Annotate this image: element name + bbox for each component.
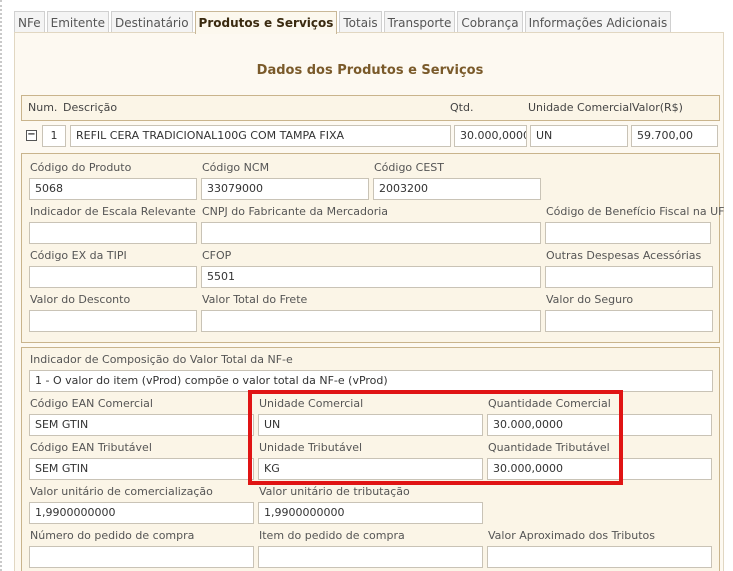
indicador-composicao-field[interactable]: 1 - O valor do item (vProd) compõe o val… bbox=[29, 370, 713, 392]
frete-field[interactable] bbox=[201, 310, 541, 332]
label-seguro: Valor do Seguro bbox=[546, 293, 634, 306]
label-escala: Indicador de Escala Relevante bbox=[30, 205, 196, 218]
page-left-border bbox=[0, 0, 2, 571]
quantidade-comercial-field[interactable]: 30.000,0000 bbox=[487, 414, 712, 436]
header-unidade: Unidade Comercial bbox=[528, 101, 633, 114]
label-valor-unit-tributacao: Valor unitário de tributação bbox=[259, 485, 410, 498]
collapse-toggle-icon[interactable]: − bbox=[26, 130, 37, 141]
label-ean-comercial: Código EAN Comercial bbox=[30, 397, 153, 410]
item-valor-field[interactable]: 59.700,00 bbox=[631, 125, 718, 147]
valor-unit-tributacao-field[interactable]: 1,9900000000 bbox=[258, 502, 483, 524]
tab-transporte[interactable]: Transporte bbox=[383, 11, 456, 33]
label-valor-aprox-tributos: Valor Aproximado dos Tributos bbox=[488, 529, 655, 542]
header-valor: Valor(R$) bbox=[632, 101, 683, 114]
item-descricao-field[interactable]: REFIL CERA TRADICIONAL100G COM TAMPA FIX… bbox=[70, 125, 451, 147]
tab-destinatario[interactable]: Destinatário bbox=[111, 11, 193, 33]
tab-cobranca[interactable]: Cobrança bbox=[457, 11, 523, 33]
item-qtd-field[interactable]: 30.000,0000 bbox=[454, 125, 527, 147]
item-row: − 1 REFIL CERA TRADICIONAL100G COM TAMPA… bbox=[21, 123, 720, 150]
pedido-compra-field[interactable] bbox=[29, 546, 254, 568]
desconto-field[interactable] bbox=[29, 310, 197, 332]
valor-unit-comercializacao-field[interactable]: 1,9900000000 bbox=[29, 502, 254, 524]
tab-emitente[interactable]: Emitente bbox=[46, 11, 109, 33]
label-cfop: CFOP bbox=[202, 249, 232, 262]
ex-tipi-field[interactable] bbox=[29, 266, 197, 288]
outras-despesas-field[interactable] bbox=[545, 266, 713, 288]
unidade-comercial-field[interactable]: UN bbox=[258, 414, 483, 436]
produtos-panel: Dados dos Produtos e Serviços Num. Descr… bbox=[14, 32, 724, 571]
header-qtd: Qtd. bbox=[450, 101, 474, 114]
label-ex-tipi: Código EX da TIPI bbox=[30, 249, 127, 262]
label-beneficio: Código de Benefício Fiscal na UF bbox=[546, 205, 725, 218]
codigo-ncm-field[interactable]: 33079000 bbox=[201, 178, 369, 200]
label-outras-despesas: Outras Despesas Acessórias bbox=[546, 249, 702, 262]
escala-field[interactable] bbox=[29, 222, 197, 244]
tab-produtos-servicos[interactable]: Produtos e Serviços bbox=[194, 11, 338, 34]
cfop-field[interactable]: 5501 bbox=[201, 266, 541, 288]
tab-informacoes-adicionais[interactable]: Informações Adicionais bbox=[524, 11, 672, 33]
ean-tributavel-field[interactable]: SEM GTIN bbox=[29, 458, 254, 480]
item-pedido-field[interactable] bbox=[258, 546, 483, 568]
codigo-cest-field[interactable]: 2003200 bbox=[373, 178, 541, 200]
label-indicador-composicao: Indicador de Composição do Valor Total d… bbox=[30, 353, 293, 366]
label-desconto: Valor do Desconto bbox=[30, 293, 131, 306]
label-codigo-produto: Código do Produto bbox=[30, 161, 132, 174]
header-num: Num. bbox=[28, 101, 58, 114]
tab-totais[interactable]: Totais bbox=[339, 11, 382, 33]
beneficio-field[interactable] bbox=[545, 222, 711, 244]
item-detail-box: Código do Produto Código NCM Código CEST… bbox=[21, 153, 724, 343]
header-descricao: Descrição bbox=[63, 101, 118, 114]
valor-aprox-tributos-field[interactable] bbox=[487, 546, 712, 568]
codigo-produto-field[interactable]: 5068 bbox=[29, 178, 197, 200]
label-frete: Valor Total do Frete bbox=[202, 293, 308, 306]
label-quantidade-comercial: Quantidade Comercial bbox=[488, 397, 611, 410]
label-codigo-ncm: Código NCM bbox=[202, 161, 270, 174]
label-item-pedido: Item do pedido de compra bbox=[259, 529, 405, 542]
label-quantidade-tributavel: Quantidade Tributável bbox=[488, 441, 610, 454]
composicao-box: Indicador de Composição do Valor Total d… bbox=[21, 347, 720, 571]
items-header: Num. Descrição Qtd. Unidade Comercial Va… bbox=[21, 95, 720, 121]
item-num-field[interactable]: 1 bbox=[42, 125, 66, 147]
label-codigo-cest: Código CEST bbox=[374, 161, 444, 174]
ean-comercial-field[interactable]: SEM GTIN bbox=[29, 414, 254, 436]
tab-bar: NFe Emitente Destinatário Produtos e Ser… bbox=[14, 11, 673, 34]
label-pedido-compra: Número do pedido de compra bbox=[30, 529, 195, 542]
section-title: Dados dos Produtos e Serviços bbox=[256, 63, 484, 78]
cnpj-fabricante-field[interactable] bbox=[201, 222, 541, 244]
label-ean-tributavel: Código EAN Tributável bbox=[30, 441, 152, 454]
seguro-field[interactable] bbox=[545, 310, 713, 332]
label-unidade-tributavel: Unidade Tributável bbox=[259, 441, 363, 454]
unidade-tributavel-field[interactable]: KG bbox=[258, 458, 483, 480]
tab-nfe[interactable]: NFe bbox=[14, 11, 45, 33]
label-unidade-comercial: Unidade Comercial bbox=[259, 397, 364, 410]
label-cnpj-fabricante: CNPJ do Fabricante da Mercadoria bbox=[202, 205, 389, 218]
item-unidade-field[interactable]: UN bbox=[530, 125, 628, 147]
label-valor-unit-comercializacao: Valor unitário de comercialização bbox=[30, 485, 213, 498]
quantidade-tributavel-field[interactable]: 30.000,0000 bbox=[487, 458, 712, 480]
